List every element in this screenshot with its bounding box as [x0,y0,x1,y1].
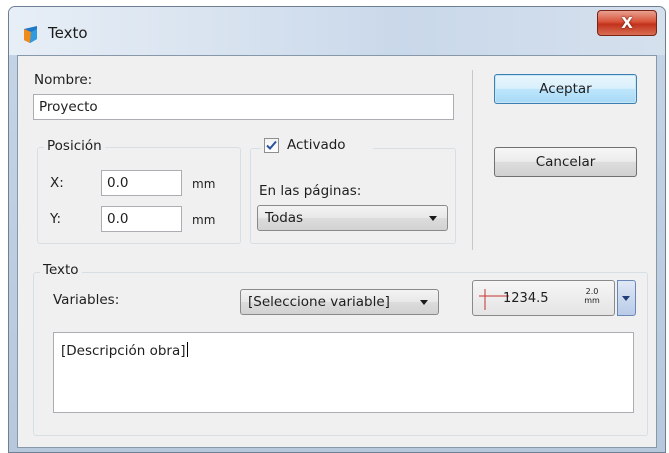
text-content-area[interactable]: [Descripción obra] [53,332,634,413]
accept-button[interactable]: Aceptar [494,74,637,104]
text-style-dropdown-button[interactable] [617,280,636,316]
cancel-button-label: Cancelar [535,154,596,170]
text-style-picker[interactable]: 1234.5 2.0 mm [472,280,615,316]
pages-select-value: Todas [265,210,304,226]
variables-select[interactable]: [Seleccione variable] [240,289,439,315]
chevron-down-icon [429,216,437,221]
cancel-button[interactable]: Cancelar [494,147,637,177]
window-title: Texto [48,24,88,42]
variables-select-value: [Seleccione variable] [248,294,390,310]
nombre-input-value: Proyecto [39,99,98,115]
activado-checkbox[interactable] [264,138,279,153]
texto-legend: Texto [40,262,82,278]
style-size-number: 2.0 [585,287,599,296]
x-position-input[interactable]: 0.0 [101,170,182,196]
vertical-separator [472,70,473,250]
nombre-input[interactable]: Proyecto [33,94,454,120]
y-label: Y: [50,211,62,227]
pages-label: En las páginas: [259,183,362,199]
pages-select[interactable]: Todas [257,205,448,231]
chevron-down-icon [420,300,428,305]
activado-label[interactable]: Activado [287,137,346,153]
x-label: X: [50,175,64,191]
close-button[interactable]: X [597,10,657,36]
title-bar[interactable] [9,7,665,55]
close-icon: X [621,14,633,32]
text-cursor [186,342,188,357]
accept-button-label: Aceptar [539,81,592,97]
y-position-input[interactable]: 0.0 [101,206,182,232]
posicion-legend: Posición [44,138,105,154]
style-size-value: 2.0 mm [583,287,601,305]
y-unit-label: mm [192,213,216,227]
text-content-value: [Descripción obra] [61,343,186,359]
style-size-unit: mm [584,296,600,305]
variables-label: Variables: [53,292,120,308]
chevron-down-icon [622,296,630,301]
checkmark-icon [266,140,277,150]
app-logo-icon [24,26,37,43]
nombre-label: Nombre: [34,72,93,88]
y-position-value: 0.0 [107,211,129,227]
x-position-value: 0.0 [107,175,129,191]
x-unit-label: mm [192,177,216,191]
style-sample-text: 1234.5 [503,291,549,306]
